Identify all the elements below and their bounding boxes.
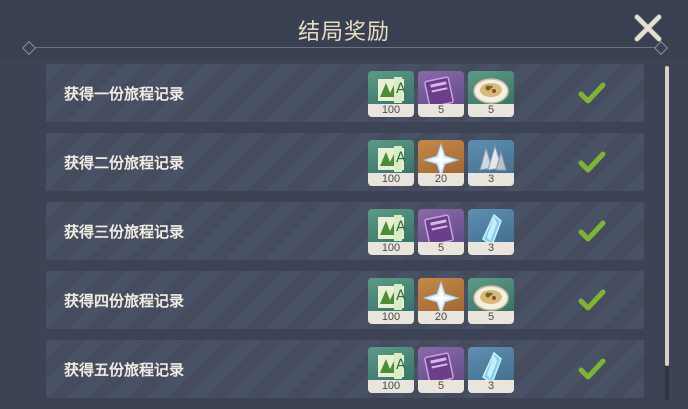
- svg-text:A: A: [396, 219, 406, 235]
- item-count: 3: [468, 242, 514, 255]
- item-count: 20: [418, 311, 464, 324]
- checkmark-icon: [578, 82, 606, 104]
- wanderers-advice-book-icon: [424, 214, 454, 243]
- reward-row: 获得五份旅程记录 A 100 5 3: [46, 340, 644, 398]
- reward-item[interactable]: 3: [468, 347, 514, 393]
- item-count: 3: [468, 173, 514, 186]
- item-count: 100: [368, 311, 414, 324]
- item-count: 100: [368, 173, 414, 186]
- item-count: 5: [418, 104, 464, 117]
- wanderers-advice-book-icon: [424, 352, 454, 381]
- reward-label: 获得三份旅程记录: [64, 223, 185, 241]
- reward-item[interactable]: A 100: [368, 347, 414, 393]
- reward-items: A 100 20 5: [368, 278, 514, 324]
- reward-item[interactable]: 5: [418, 71, 464, 117]
- adventure-exp-icon: A: [378, 215, 406, 241]
- reward-label: 获得五份旅程记录: [64, 361, 185, 379]
- food-dish-icon: [473, 285, 509, 311]
- reward-items: A 100 5 3: [368, 347, 514, 393]
- completed-checkmark: [578, 81, 606, 105]
- reward-item[interactable]: 20: [418, 278, 464, 324]
- crystal-chunk-icon: [482, 213, 502, 243]
- reward-item[interactable]: 3: [468, 209, 514, 255]
- completed-checkmark: [578, 357, 606, 381]
- title-divider: [28, 47, 660, 48]
- reward-item[interactable]: 5: [468, 278, 514, 324]
- item-count: 100: [368, 380, 414, 393]
- svg-text:A: A: [396, 288, 406, 304]
- completed-checkmark: [578, 219, 606, 243]
- item-count: 5: [468, 104, 514, 117]
- close-x-icon: [634, 14, 662, 42]
- reward-label: 获得二份旅程记录: [64, 154, 185, 172]
- completed-checkmark: [578, 150, 606, 174]
- adventure-exp-icon: A: [378, 284, 406, 310]
- mystic-enhancement-ore-icon: [479, 144, 507, 171]
- checkmark-icon: [578, 220, 606, 242]
- reward-items: A 100 5 5: [368, 71, 514, 117]
- svg-text:A: A: [396, 357, 406, 373]
- checkmark-icon: [578, 151, 606, 173]
- adventure-exp-icon: A: [378, 77, 406, 103]
- food-dish-icon: [473, 78, 509, 104]
- wanderers-advice-book-icon: [424, 76, 454, 105]
- primogem-icon: [422, 142, 460, 174]
- item-count: 100: [368, 242, 414, 255]
- item-count: 5: [468, 311, 514, 324]
- item-count: 20: [418, 173, 464, 186]
- reward-item[interactable]: 5: [418, 209, 464, 255]
- item-count: 100: [368, 104, 414, 117]
- adventure-exp-icon: A: [378, 353, 406, 379]
- svg-text:A: A: [396, 81, 406, 97]
- reward-items: A 100 5 3: [368, 209, 514, 255]
- reward-item[interactable]: 3: [468, 140, 514, 186]
- reward-items: A 100 20 3: [368, 140, 514, 186]
- reward-list: 获得一份旅程记录 A 100 5 5 获得二份旅程记录 A 100 20 3 获得三份旅程记录 A 10…: [46, 64, 644, 409]
- scrollbar-thumb[interactable]: [665, 66, 669, 366]
- svg-text:A: A: [396, 150, 406, 166]
- item-count: 5: [418, 242, 464, 255]
- checkmark-icon: [578, 289, 606, 311]
- reward-item[interactable]: 20: [418, 140, 464, 186]
- reward-item[interactable]: A 100: [368, 71, 414, 117]
- checkmark-icon: [578, 358, 606, 380]
- reward-item[interactable]: A 100: [368, 278, 414, 324]
- reward-item[interactable]: A 100: [368, 140, 414, 186]
- reward-row: 获得二份旅程记录 A 100 20 3: [46, 133, 644, 191]
- reward-item[interactable]: 5: [468, 71, 514, 117]
- crystal-chunk-icon: [482, 351, 502, 381]
- close-button[interactable]: [632, 12, 664, 44]
- reward-label: 获得一份旅程记录: [64, 85, 185, 103]
- reward-item[interactable]: 5: [418, 347, 464, 393]
- reward-row: 获得一份旅程记录 A 100 5 5: [46, 64, 644, 122]
- reward-item[interactable]: A 100: [368, 209, 414, 255]
- primogem-icon: [422, 280, 460, 312]
- reward-label: 获得四份旅程记录: [64, 292, 185, 310]
- reward-row: 获得四份旅程记录 A 100 20 5: [46, 271, 644, 329]
- adventure-exp-icon: A: [378, 146, 406, 172]
- completed-checkmark: [578, 288, 606, 312]
- dialog-title: 结局奖励: [297, 20, 390, 45]
- item-count: 3: [468, 380, 514, 393]
- reward-row: 获得三份旅程记录 A 100 5 3: [46, 202, 644, 260]
- item-count: 5: [418, 380, 464, 393]
